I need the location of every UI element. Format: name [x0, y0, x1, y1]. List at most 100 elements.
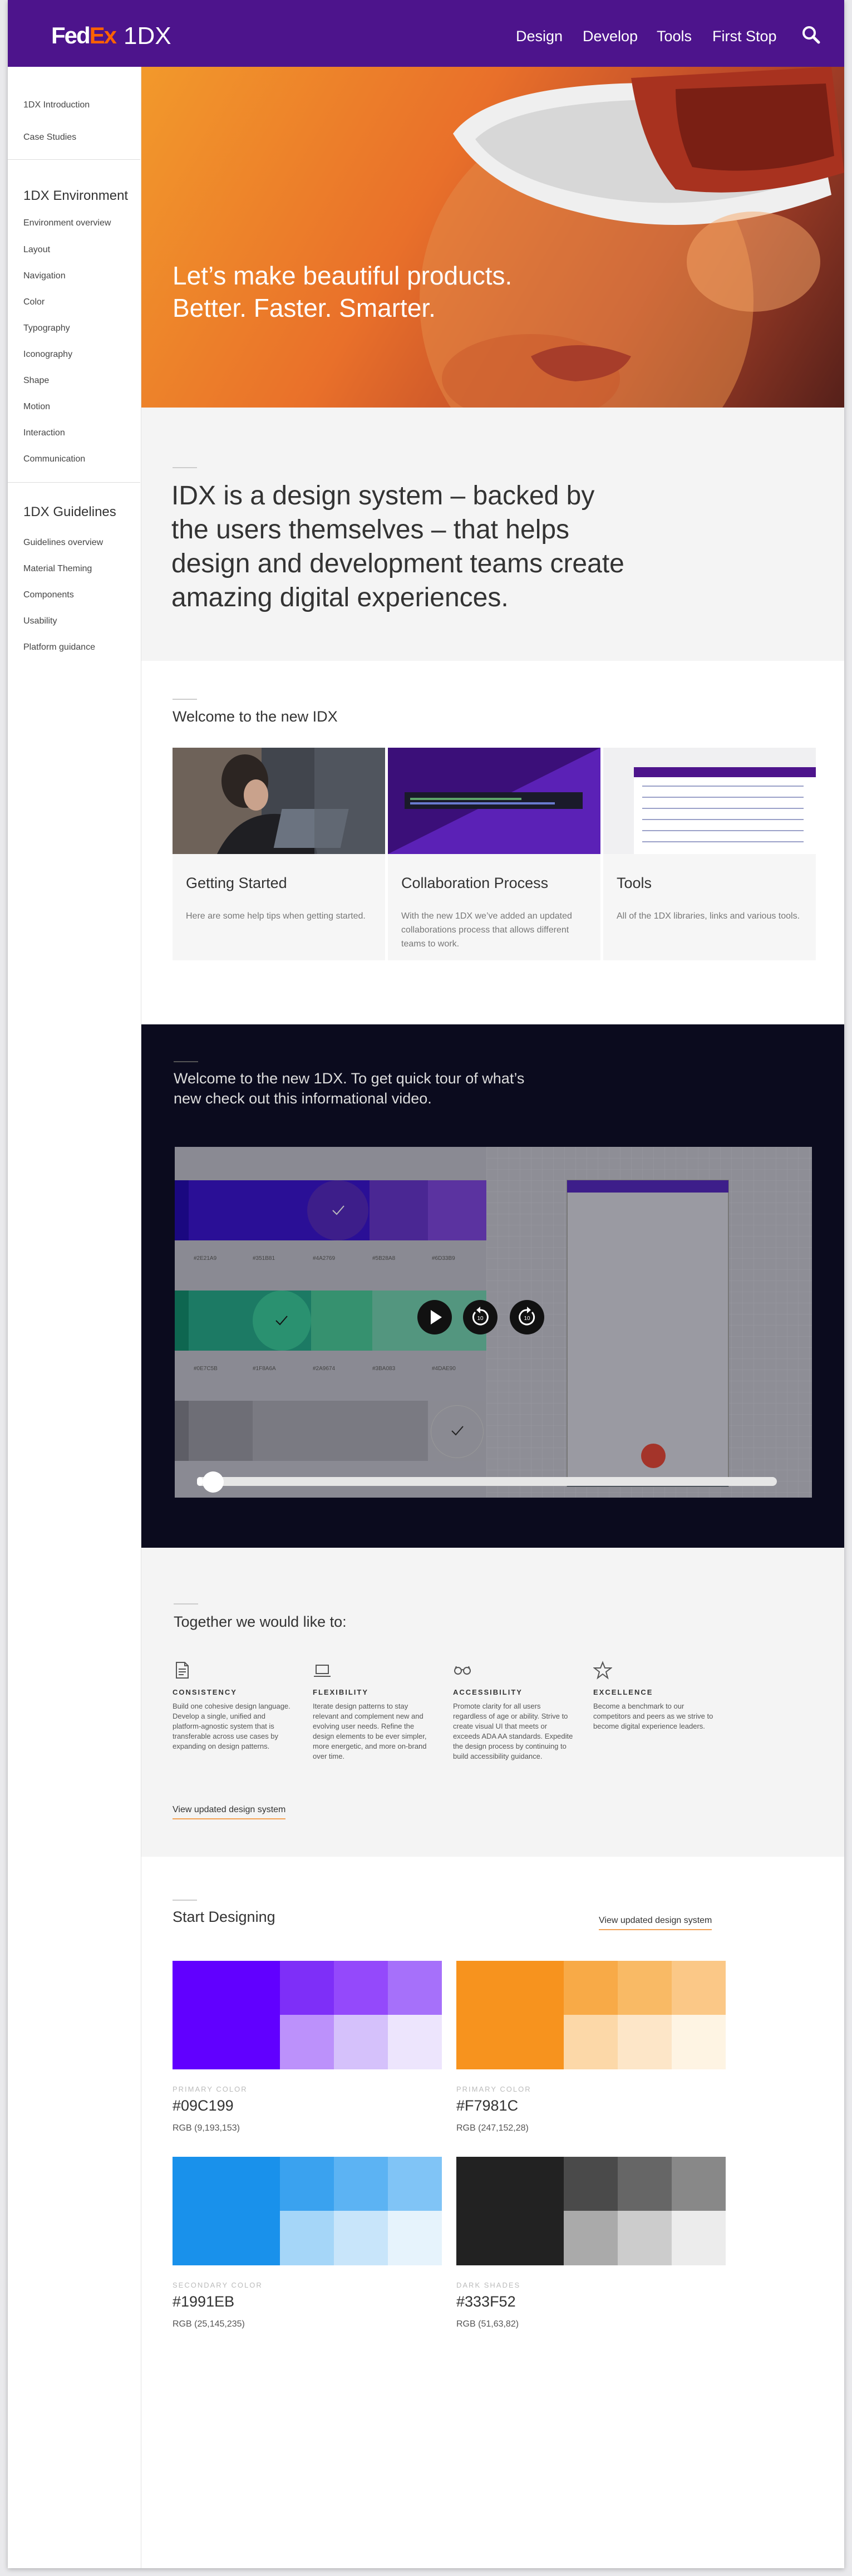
sidebar-item-iconography[interactable]: Iconography [23, 350, 72, 360]
value-desc-flexibility: Iterate design patterns to stay relevant… [313, 1702, 427, 1760]
page-frame: FedEx 1DX Design Develop Tools First Sto… [8, 0, 844, 2568]
nav-first-stop[interactable]: First Stop [712, 28, 777, 45]
palette-main-swatch [173, 1961, 280, 2069]
video-play-button[interactable] [417, 1300, 452, 1334]
hero-headline-line1: Let’s make beautiful products. [173, 261, 513, 290]
sidebar-item-layout[interactable]: Layout [23, 245, 50, 255]
swatch-label: #2A9674 [313, 1366, 336, 1372]
palette-main-swatch [173, 2157, 280, 2265]
palette-rgb: RGB (9,193,153) [173, 2123, 240, 2133]
play-icon [431, 1310, 442, 1324]
card-description: Here are some help tips when getting sta… [186, 911, 366, 921]
video-scrubber-handle[interactable] [203, 1471, 224, 1493]
card-title: Collaboration Process [401, 875, 549, 891]
palette-label: DARK SHADES [456, 2281, 521, 2289]
palette-shade-swatch [672, 2157, 726, 2211]
welcome-title: Welcome to the new IDX [173, 708, 338, 725]
palette-shade-swatch [334, 2015, 388, 2069]
sidebar-item-usability[interactable]: Usability [23, 616, 57, 626]
palette-rgb: RGB (51,63,82) [456, 2319, 519, 2329]
swatch-label: #6D33B9 [432, 1255, 455, 1262]
palette-hex: #F7981C [456, 2097, 519, 2114]
swatch-label: #4A2769 [313, 1255, 336, 1262]
start-view-design-system-link[interactable]: View updated design system [599, 1916, 712, 1930]
intro-line4: amazing digital experiences. [171, 583, 509, 612]
video-rewind-button[interactable]: 10 [463, 1300, 498, 1334]
sidebar-item-typography[interactable]: Typography [23, 323, 70, 333]
card-getting-started[interactable]: Getting Started Here are some help tips … [173, 748, 385, 960]
sidebar-item-1dx-introduction[interactable]: 1DX Introduction [23, 100, 90, 110]
video-forward-button[interactable]: 10 [510, 1300, 544, 1334]
palette-shade-swatch [388, 2157, 442, 2211]
palette-main-swatch [456, 1961, 564, 2069]
palette-shade-swatch [672, 1961, 726, 2015]
palette-hex: #09C199 [173, 2097, 234, 2114]
purple-swatch-row [175, 1180, 486, 1240]
video-progress-track[interactable] [197, 1477, 777, 1486]
sidebar-item-color[interactable]: Color [23, 297, 45, 307]
document-icon [176, 1662, 189, 1679]
top-header: FedEx 1DX Design Develop Tools First Sto… [8, 0, 844, 67]
svg-text:10: 10 [477, 1316, 484, 1322]
palette-shade-swatch [672, 2211, 726, 2265]
video-progress-fill [197, 1477, 203, 1486]
card-tools-image [603, 748, 816, 854]
sidebar-item-components[interactable]: Components [23, 590, 74, 600]
card-title: Getting Started [186, 875, 287, 891]
card-collaboration-process[interactable]: Collaboration Process With the new 1DX w… [388, 748, 600, 960]
palette-hex: #1991EB [173, 2293, 235, 2310]
sidebar-item-environment-overview[interactable]: Environment overview [23, 218, 111, 228]
start-designing-title: Start Designing [173, 1908, 275, 1925]
palette-shade-swatch [564, 1961, 618, 2015]
sidebar-heading-guidelines: 1DX Guidelines [23, 504, 116, 519]
section-rule [173, 1900, 197, 1901]
palette-shade-swatch [618, 2211, 672, 2265]
palette-hex: #333F52 [456, 2293, 516, 2310]
swatch-label: #0E7C5B [194, 1366, 218, 1372]
sidebar-item-guidelines-overview[interactable]: Guidelines overview [23, 538, 103, 548]
forward-10-icon: 10 [519, 1307, 535, 1326]
swatch-label: #2E21A9 [194, 1255, 217, 1262]
palette-shade-swatch [564, 2211, 618, 2265]
sidebar-item-communication[interactable]: Communication [23, 454, 85, 464]
sidebar-item-shape[interactable]: Shape [23, 376, 49, 386]
logo-fed: Fed [51, 22, 91, 48]
check-icon [275, 1316, 288, 1326]
sidebar-item-platform-guidance[interactable]: Platform guidance [23, 642, 95, 652]
sidebar-divider [8, 159, 140, 160]
fedex-logo[interactable]: FedEx [51, 22, 117, 49]
card-getting-started-image [173, 748, 385, 854]
svg-text:10: 10 [524, 1316, 530, 1322]
values-title: Together we would like to: [174, 1613, 347, 1630]
section-rule [174, 1061, 198, 1062]
palette-label: PRIMARY COLOR [173, 2085, 248, 2093]
sidebar-item-interaction[interactable]: Interaction [23, 428, 65, 438]
search-icon[interactable] [801, 24, 821, 45]
intro-line2: the users themselves – that helps [171, 515, 570, 544]
hero-vr-headset-image [420, 67, 844, 408]
swatch-label: #4DAE90 [432, 1366, 456, 1372]
nav-tools[interactable]: Tools [657, 28, 692, 45]
card-tools[interactable]: Tools All of the 1DX libraries, links an… [603, 748, 816, 960]
hero-banner: Let’s make beautiful products. Better. F… [141, 67, 844, 408]
palette-shade-swatch [280, 1961, 334, 2015]
sidebar-item-motion[interactable]: Motion [23, 402, 50, 412]
intro-line3: design and development teams create [171, 549, 624, 578]
view-design-system-link[interactable]: View updated design system [173, 1805, 286, 1819]
card-title: Tools [617, 875, 652, 891]
swatch-label: #5B28A8 [372, 1255, 396, 1262]
swatch-label: #1F8A6A [253, 1366, 276, 1372]
sidebar-item-navigation[interactable]: Navigation [23, 271, 66, 281]
sidebar-item-case-studies[interactable]: Case Studies [23, 133, 76, 143]
sidebar-heading-environment: 1DX Environment [23, 188, 129, 203]
nav-develop[interactable]: Develop [583, 28, 638, 45]
palette-shade-swatch [618, 1961, 672, 2015]
palette-shade-swatch [334, 2211, 388, 2265]
palette-label: PRIMARY COLOR [456, 2085, 531, 2093]
sidebar-item-material-theming[interactable]: Material Theming [23, 564, 92, 574]
check-icon [451, 1426, 464, 1436]
nav-design[interactable]: Design [516, 28, 563, 45]
section-rule [173, 699, 197, 700]
laptop-icon [314, 1665, 331, 1677]
star-icon [593, 1661, 612, 1680]
